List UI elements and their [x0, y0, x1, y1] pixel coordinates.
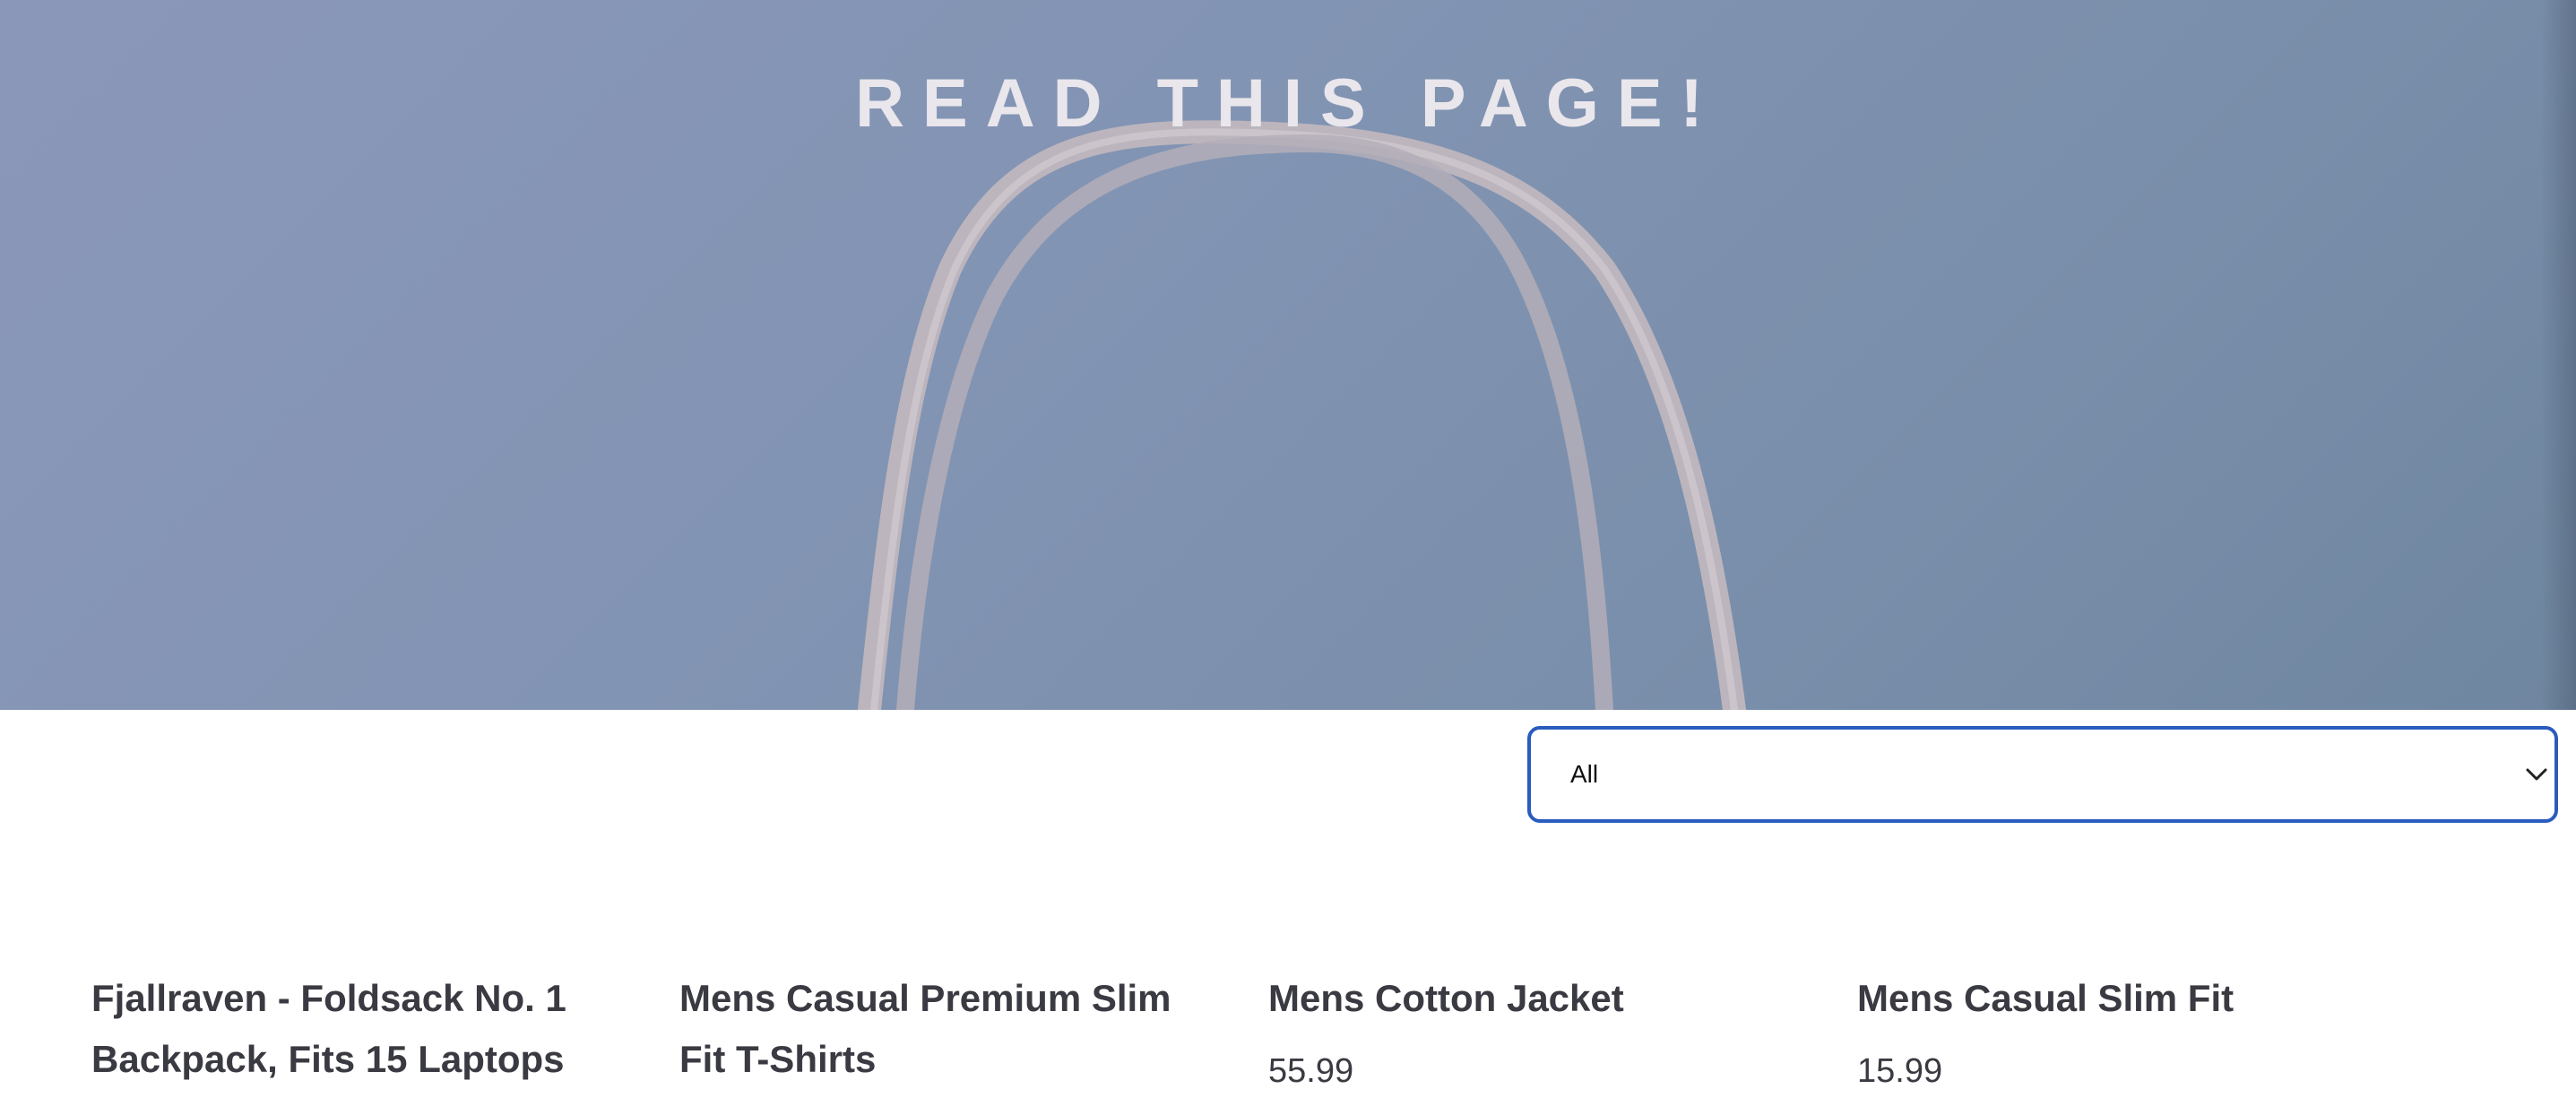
product-card[interactable]: Mens Cotton Jacket 55.99	[1268, 968, 1788, 1093]
product-title[interactable]: Mens Casual Premium Slim Fit T-Shirts	[679, 968, 1199, 1090]
category-filter-value: All	[1570, 760, 1599, 788]
product-title[interactable]: Fjallraven - Foldsack No. 1 Backpack, Fi…	[91, 968, 611, 1090]
product-card[interactable]: Mens Casual Premium Slim Fit T-Shirts	[679, 968, 1199, 1110]
product-price: 55.99	[1268, 1052, 1354, 1090]
product-title[interactable]: Mens Casual Slim Fit	[1857, 968, 2377, 1029]
chevron-down-icon	[2526, 768, 2547, 781]
product-title[interactable]: Mens Cotton Jacket	[1268, 968, 1788, 1029]
product-price: 15.99	[1857, 1052, 1943, 1090]
product-card[interactable]: Fjallraven - Foldsack No. 1 Backpack, Fi…	[91, 968, 611, 1110]
hero-title: READ THIS PAGE!	[855, 65, 1721, 142]
category-filter-select[interactable]: All	[1527, 726, 2558, 823]
product-card[interactable]: Mens Casual Slim Fit 15.99	[1857, 968, 2377, 1093]
product-grid: Fjallraven - Foldsack No. 1 Backpack, Fi…	[0, 968, 2576, 1115]
hero-banner: READ THIS PAGE!	[0, 0, 2576, 710]
